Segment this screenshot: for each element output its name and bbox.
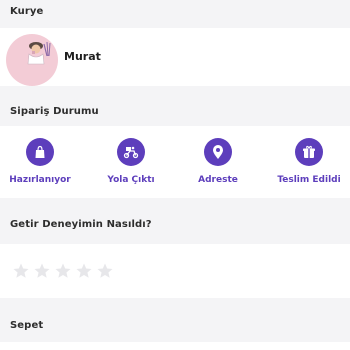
delivered-box-icon bbox=[303, 145, 315, 158]
star-icon[interactable] bbox=[96, 262, 114, 280]
star-icon[interactable] bbox=[54, 262, 72, 280]
status-label: Adreste bbox=[198, 175, 238, 185]
status-label: Teslim Edildi bbox=[277, 175, 341, 185]
status-circle bbox=[204, 138, 232, 166]
status-label: Yola Çıktı bbox=[107, 175, 155, 185]
star-icon[interactable] bbox=[75, 262, 93, 280]
status-circle bbox=[117, 138, 145, 166]
star-icon[interactable] bbox=[33, 262, 51, 280]
order-status-section-header: Sipariş Durumu bbox=[0, 86, 350, 126]
basket-section-header: Sepet bbox=[0, 298, 350, 342]
order-status-section-title: Sipariş Durumu bbox=[10, 106, 99, 117]
location-pin-icon bbox=[213, 145, 223, 159]
status-step-on-the-way: Yola Çıktı bbox=[91, 138, 171, 185]
order-tracking-page: Kurye Murat Sipariş Durumu Hazırlanıyor bbox=[0, 0, 350, 350]
shopping-bag-icon bbox=[35, 145, 45, 158]
basket-card bbox=[0, 342, 350, 350]
status-circle bbox=[26, 138, 54, 166]
star-icon[interactable] bbox=[12, 262, 30, 280]
status-circle bbox=[295, 138, 323, 166]
courier-avatar bbox=[6, 34, 58, 86]
courier-section-title: Kurye bbox=[10, 6, 44, 17]
rating-stars bbox=[12, 262, 114, 280]
status-label: Hazırlanıyor bbox=[9, 175, 71, 185]
rating-section-title: Getir Deneyimin Nasıldı? bbox=[10, 219, 152, 230]
status-step-delivered: Teslim Edildi bbox=[269, 138, 349, 185]
courier-name: Murat bbox=[64, 50, 101, 63]
scooter-icon bbox=[123, 146, 139, 159]
courier-illustration-icon bbox=[27, 41, 51, 65]
courier-section-header: Kurye bbox=[0, 0, 350, 28]
status-step-at-address: Adreste bbox=[178, 138, 258, 185]
status-step-preparing: Hazırlanıyor bbox=[0, 138, 80, 185]
basket-section-title: Sepet bbox=[10, 320, 44, 331]
rating-section-header: Getir Deneyimin Nasıldı? bbox=[0, 198, 350, 244]
